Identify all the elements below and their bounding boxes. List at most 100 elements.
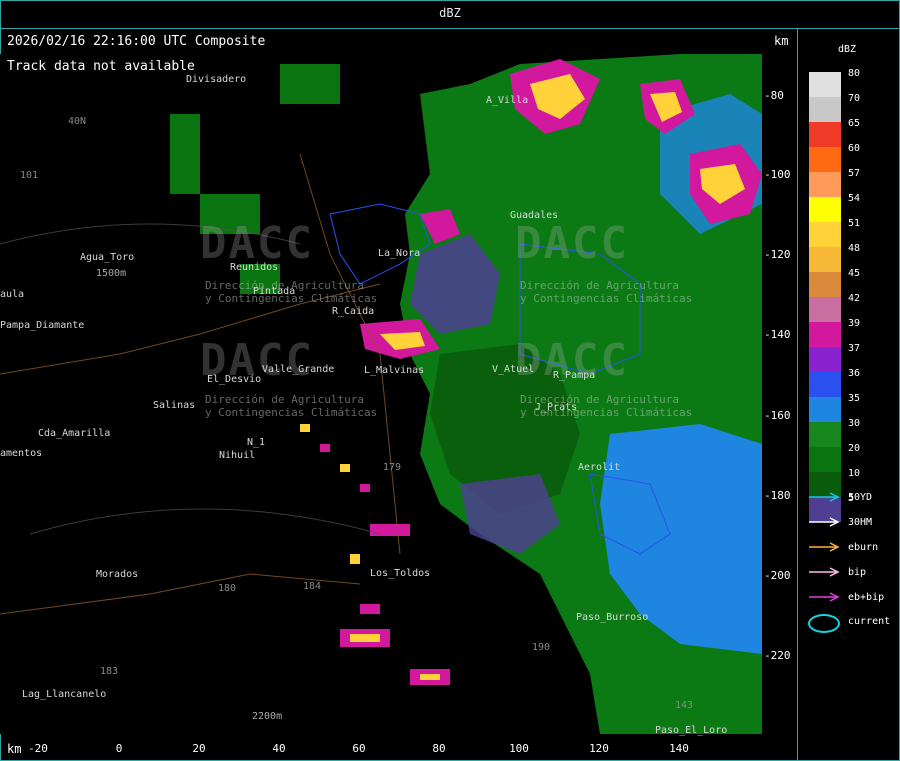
color-swatch — [809, 322, 841, 347]
track-status: Track data not available — [7, 59, 195, 74]
y-tick: -200 — [764, 569, 791, 582]
route-number: 179 — [383, 462, 402, 473]
y-tick: -160 — [764, 409, 791, 422]
place-label: Guadales — [510, 210, 559, 221]
place-label: Aerolit — [578, 462, 621, 473]
x-axis: -20 0 20 40 60 80 100 120 140 — [0, 734, 797, 761]
scale-label: 36 — [848, 368, 861, 379]
scale-label: 70 — [848, 93, 861, 104]
color-swatch — [809, 72, 841, 97]
place-label: Salinas — [153, 400, 196, 411]
legend-title: dBZ — [838, 44, 857, 55]
route-number: 184 — [303, 581, 322, 592]
title-bar: dBZ — [0, 0, 900, 29]
route-number: 143 — [675, 700, 694, 711]
x-tick: -20 — [28, 742, 48, 755]
route-number: 180 — [218, 583, 237, 594]
scale-label: 60 — [848, 143, 861, 154]
place-label: Nihuil — [219, 450, 256, 461]
current-ellipse-icon — [808, 614, 840, 633]
place-label: Los_Toldos — [370, 568, 431, 579]
color-swatch — [809, 197, 841, 222]
place-label: Pintada — [253, 286, 296, 297]
x-tick: 0 — [115, 742, 123, 755]
x-tick: 60 — [352, 742, 366, 755]
watermark-sub: y Contingencias Climáticas — [205, 406, 378, 419]
scale-label: 80 — [848, 68, 861, 79]
x-tick: 100 — [509, 742, 529, 755]
watermark-sub: Dirección de Agricultura — [520, 279, 679, 292]
route-number: 101 — [20, 170, 39, 181]
track-label: 30HM — [848, 517, 873, 528]
place-label: La_Nora — [378, 248, 421, 259]
place-label: V_Atuel — [492, 364, 535, 375]
scale-label: 30 — [848, 418, 861, 429]
x-tick: 80 — [432, 742, 446, 755]
scale-label: 54 — [848, 193, 861, 204]
y-tick: -180 — [764, 489, 791, 502]
place-label: J_Prats — [535, 402, 578, 413]
product-title: dBZ — [439, 6, 461, 20]
place-label: L_Malvinas — [364, 365, 425, 376]
watermark-sub: y Contingencias Climáticas — [520, 292, 693, 305]
current-label: current — [848, 616, 891, 627]
y-tick: -120 — [764, 248, 791, 261]
place-label: Divisadero — [186, 74, 247, 85]
scale-label: 45 — [848, 268, 861, 279]
track-label: eb+bip — [848, 592, 885, 603]
color-swatch — [809, 272, 841, 297]
track-label: bip — [848, 567, 867, 578]
color-swatch — [809, 347, 841, 372]
watermark-logo-2: DACC — [515, 218, 629, 269]
y-tick: -100 — [764, 168, 791, 181]
y-tick: -220 — [764, 649, 791, 662]
place-label: El_Desvio — [207, 374, 262, 385]
track-label: eburn — [848, 542, 879, 553]
km-unit-bottom: km — [7, 742, 22, 756]
place-label: 1500m — [96, 268, 127, 279]
color-swatch — [809, 372, 841, 397]
color-swatch — [809, 222, 841, 247]
color-scale — [809, 72, 841, 522]
route-number: 40N — [68, 116, 87, 127]
x-tick: 20 — [192, 742, 206, 755]
km-unit-top: km — [774, 34, 789, 48]
scale-label: 65 — [848, 118, 861, 129]
y-tick: -80 — [764, 89, 784, 102]
scale-label: 42 — [848, 293, 861, 304]
place-label: Valle_Grande — [262, 364, 335, 375]
place-label: Paso_Burroso — [576, 612, 649, 623]
color-swatch — [809, 247, 841, 272]
place-label: aula — [0, 289, 25, 300]
place-label: R_Caida — [332, 306, 375, 317]
color-swatch — [809, 97, 841, 122]
place-label: N_1 — [247, 437, 266, 448]
scale-label: 20 — [848, 443, 861, 454]
place-label: Morados — [96, 569, 139, 580]
place-label: 2200m — [252, 711, 283, 722]
x-tick: 120 — [589, 742, 609, 755]
place-label: Cda_Amarilla — [38, 428, 111, 439]
color-swatch — [809, 397, 841, 422]
scale-label: 10 — [848, 468, 861, 479]
scale-label: 57 — [848, 168, 861, 179]
scale-label: 37 — [848, 343, 861, 354]
place-label: A_Villa — [486, 95, 529, 106]
scale-label: 39 — [848, 318, 861, 329]
place-label: Agua_Toro — [80, 252, 135, 263]
place-label: Lag_Llancanelo — [22, 689, 107, 700]
color-swatch — [809, 422, 841, 447]
timestamp-label: 2026/02/16 22:16:00 UTC Composite — [7, 34, 266, 49]
route-number: 190 — [532, 642, 551, 653]
y-tick: -140 — [764, 328, 791, 341]
color-swatch — [809, 172, 841, 197]
track-label: 50YD — [848, 492, 873, 503]
x-tick: 40 — [272, 742, 286, 755]
place-label: amentos — [0, 448, 43, 459]
color-swatch — [809, 122, 841, 147]
color-swatch — [809, 297, 841, 322]
route-number: 183 — [100, 666, 119, 677]
place-label: Reunidos — [230, 262, 279, 273]
watermark-sub: Dirección de Agricultura — [205, 393, 364, 406]
scale-label: 35 — [848, 393, 861, 404]
